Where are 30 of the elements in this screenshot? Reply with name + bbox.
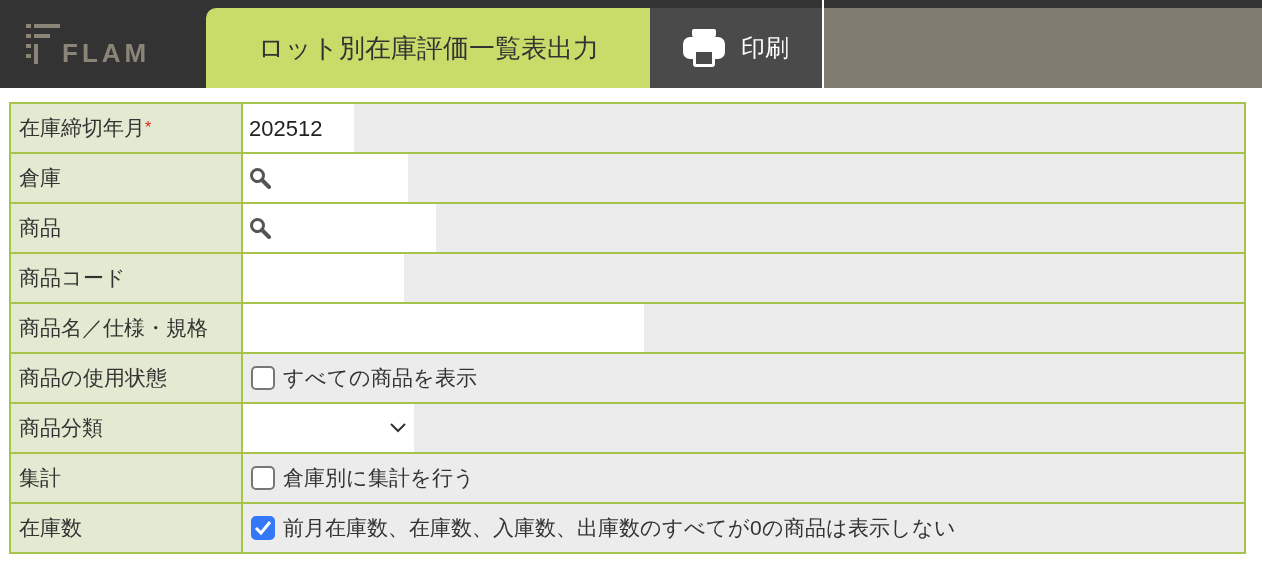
- field-label: 在庫数: [19, 515, 82, 542]
- page-tab[interactable]: ロット別在庫評価一覧表出力: [206, 8, 650, 88]
- field-label: 商品名／仕様・規格: [19, 315, 208, 342]
- dropdown[interactable]: [243, 404, 414, 452]
- input-field[interactable]: [243, 254, 404, 302]
- checkbox[interactable]: [251, 516, 275, 540]
- field-label: 倉庫: [19, 165, 61, 192]
- checkbox-label: 倉庫別に集計を行う: [283, 465, 475, 492]
- checkbox-label: 前月在庫数、在庫数、入庫数、出庫数のすべてが0の商品は表示しない: [283, 515, 956, 542]
- search-field[interactable]: [243, 204, 436, 252]
- checkbox[interactable]: [251, 366, 275, 390]
- checkbox-label: すべての商品を表示: [283, 365, 477, 392]
- printer-icon: [683, 29, 725, 67]
- field-label: 商品: [19, 215, 61, 242]
- input-field[interactable]: 202512: [243, 104, 354, 152]
- search-icon: [249, 167, 271, 189]
- logo-text: FLAM: [62, 40, 151, 66]
- print-button[interactable]: 印刷: [650, 8, 822, 88]
- input-field[interactable]: [243, 304, 644, 352]
- field-label: 商品の使用状態: [19, 365, 167, 392]
- field-label: 集計: [19, 465, 61, 492]
- checkbox[interactable]: [251, 466, 275, 490]
- field-label: 商品分類: [19, 415, 103, 442]
- field-label: 商品コード: [19, 265, 126, 292]
- chevron-down-icon: [390, 423, 406, 433]
- logo-icon: [26, 24, 60, 64]
- search-icon: [249, 217, 271, 239]
- required-mark: *: [145, 118, 152, 138]
- search-field[interactable]: [243, 154, 408, 202]
- field-label: 在庫締切年月: [19, 115, 145, 142]
